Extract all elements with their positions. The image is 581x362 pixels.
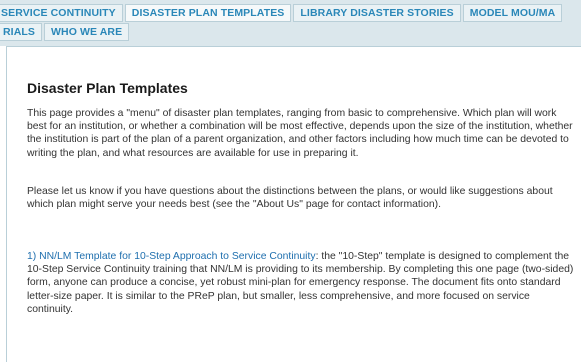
top-navigation: SERVICE CONTINUITY DISASTER PLAN TEMPLAT… <box>0 0 581 46</box>
contact-paragraph: Please let us know if you have questions… <box>27 186 553 211</box>
page-title: Disaster Plan Templates <box>27 80 188 96</box>
nav-row-2: RIALS WHO WE ARE <box>0 23 131 41</box>
template-item-1: 1) NN/LM Template for 10-Step Approach t… <box>27 250 577 316</box>
tab-service-continuity[interactable]: SERVICE CONTINUITY <box>0 4 123 22</box>
tab-materials[interactable]: RIALS <box>0 23 42 41</box>
intro-paragraph: This page provides a "menu" of disaster … <box>27 108 573 159</box>
tab-disaster-plan-templates[interactable]: DISASTER PLAN TEMPLATES <box>124 4 292 22</box>
tab-model-mou[interactable]: MODEL MOU/MA <box>462 4 563 22</box>
tab-who-we-are[interactable]: WHO WE ARE <box>44 23 130 41</box>
tab-library-disaster-stories[interactable]: LIBRARY DISASTER STORIES <box>293 4 461 22</box>
template-1-link[interactable]: 1) NN/LM Template for 10-Step Approach t… <box>27 251 316 262</box>
nav-row-1: SERVICE CONTINUITY DISASTER PLAN TEMPLAT… <box>0 4 564 22</box>
main-content: Disaster Plan Templates This page provid… <box>6 46 581 362</box>
